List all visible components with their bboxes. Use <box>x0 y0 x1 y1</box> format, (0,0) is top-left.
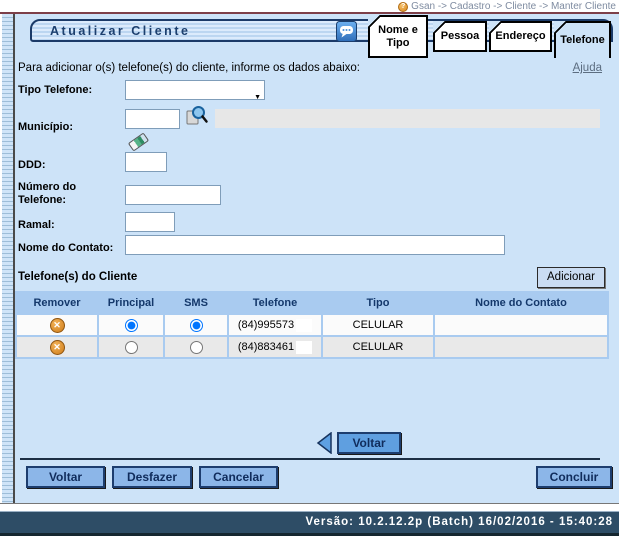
tipo-telefone-select-wrap <box>125 80 265 100</box>
left-ruled-border <box>0 14 15 503</box>
tab-fold-decoration <box>554 21 567 34</box>
remove-phone-icon[interactable] <box>49 317 65 333</box>
tab-fold-decoration <box>433 21 446 34</box>
tab-endereco[interactable]: Endereço <box>489 21 552 52</box>
tab-label: Endereço <box>495 30 546 42</box>
ramal-label: Ramal: <box>18 219 55 231</box>
adicionar-button[interactable]: Adicionar <box>537 267 605 288</box>
page-title: Atualizar Cliente <box>50 24 191 38</box>
column-header-principal: Principal <box>107 297 155 309</box>
breadcrumb: Gsan -> Cadastro -> Cliente -> Manter Cl… <box>398 1 616 12</box>
tipo-cell: CELULAR <box>323 315 433 335</box>
nome-contato-label: Nome do Contato: <box>18 242 114 254</box>
table-row: (84)995573 CELULAR <box>17 315 607 335</box>
telefone-cell: (84)995573 <box>229 315 321 335</box>
municipio-label: Município: <box>18 121 73 133</box>
version-text: Versão: 10.2.12.2p (Batch) 16/02/2016 - … <box>305 516 613 528</box>
column-header-sms: SMS <box>184 297 208 309</box>
column-header-nome-contato: Nome do Contato <box>475 297 567 309</box>
voltar-button[interactable]: Voltar <box>26 466 105 488</box>
sms-radio[interactable] <box>189 340 203 354</box>
atualizar-cliente-window: Gsan -> Cadastro -> Cliente -> Manter Cl… <box>0 0 619 536</box>
instruction-text: Para adicionar o(s) telefone(s) do clien… <box>18 62 360 74</box>
numero-telefone-label: Número do Telefone: <box>18 181 77 206</box>
sms-radio[interactable] <box>189 318 203 332</box>
redaction-box <box>296 318 313 332</box>
footer-separator-band <box>0 503 619 512</box>
tab-label: Telefone <box>560 34 605 46</box>
nome-contato-input[interactable] <box>125 235 505 255</box>
tipo-telefone-label: Tipo Telefone: <box>18 84 93 96</box>
cancelar-button[interactable]: Cancelar <box>199 466 278 488</box>
voltar-nav-button[interactable]: Voltar <box>337 432 401 454</box>
tipo-telefone-select[interactable] <box>125 80 265 100</box>
phones-table: Remover Principal SMS Telefone Tipo Nome… <box>15 291 609 359</box>
municipio-code-input[interactable] <box>125 109 180 129</box>
tab-telefone-active[interactable]: Telefone <box>554 21 611 58</box>
chat-bubble-icon[interactable] <box>336 21 357 47</box>
table-header-row: Remover Principal SMS Telefone Tipo Nome… <box>17 293 607 313</box>
phones-section-title: Telefone(s) do Cliente <box>18 271 138 283</box>
breadcrumb-path: Gsan -> Cadastro -> Cliente -> Manter Cl… <box>411 1 616 12</box>
table-row: (84)883461 CELULAR <box>17 337 607 357</box>
tab-label: Pessoa <box>440 30 480 42</box>
breadcrumb-strip: Gsan -> Cadastro -> Cliente -> Manter Cl… <box>0 0 619 12</box>
column-header-telefone: Telefone <box>252 297 298 309</box>
ramal-input[interactable] <box>125 212 175 232</box>
actions-divider-line <box>20 458 600 460</box>
version-footer-bar: Versão: 10.2.12.2p (Batch) 16/02/2016 - … <box>0 512 619 536</box>
tipo-cell: CELULAR <box>323 337 433 357</box>
tab-nome-e-tipo[interactable]: Nome e Tipo <box>368 15 428 58</box>
gsan-help-icon <box>398 1 409 12</box>
concluir-button[interactable]: Concluir <box>536 466 612 488</box>
ddd-label: DDD: <box>18 159 46 171</box>
search-magnifier-icon[interactable] <box>186 104 209 132</box>
tab-fold-decoration <box>489 21 502 34</box>
redaction-box <box>296 340 313 354</box>
tab-pessoa[interactable]: Pessoa <box>433 21 487 52</box>
back-arrow-icon[interactable] <box>316 431 333 459</box>
nome-contato-cell <box>435 337 607 357</box>
remove-phone-icon[interactable] <box>49 339 65 355</box>
ddd-input[interactable] <box>125 152 167 172</box>
nome-contato-cell <box>435 315 607 335</box>
tab-fold-decoration <box>368 15 381 28</box>
ajuda-link[interactable]: Ajuda <box>573 62 602 74</box>
telefone-cell: (84)883461 <box>229 337 321 357</box>
desfazer-button[interactable]: Desfazer <box>112 466 192 488</box>
column-header-tipo: Tipo <box>366 297 390 309</box>
column-header-remover: Remover <box>33 297 81 309</box>
numero-telefone-input[interactable] <box>125 185 221 205</box>
municipio-name-field <box>215 109 600 128</box>
principal-radio[interactable] <box>124 340 138 354</box>
principal-radio[interactable] <box>124 318 138 332</box>
